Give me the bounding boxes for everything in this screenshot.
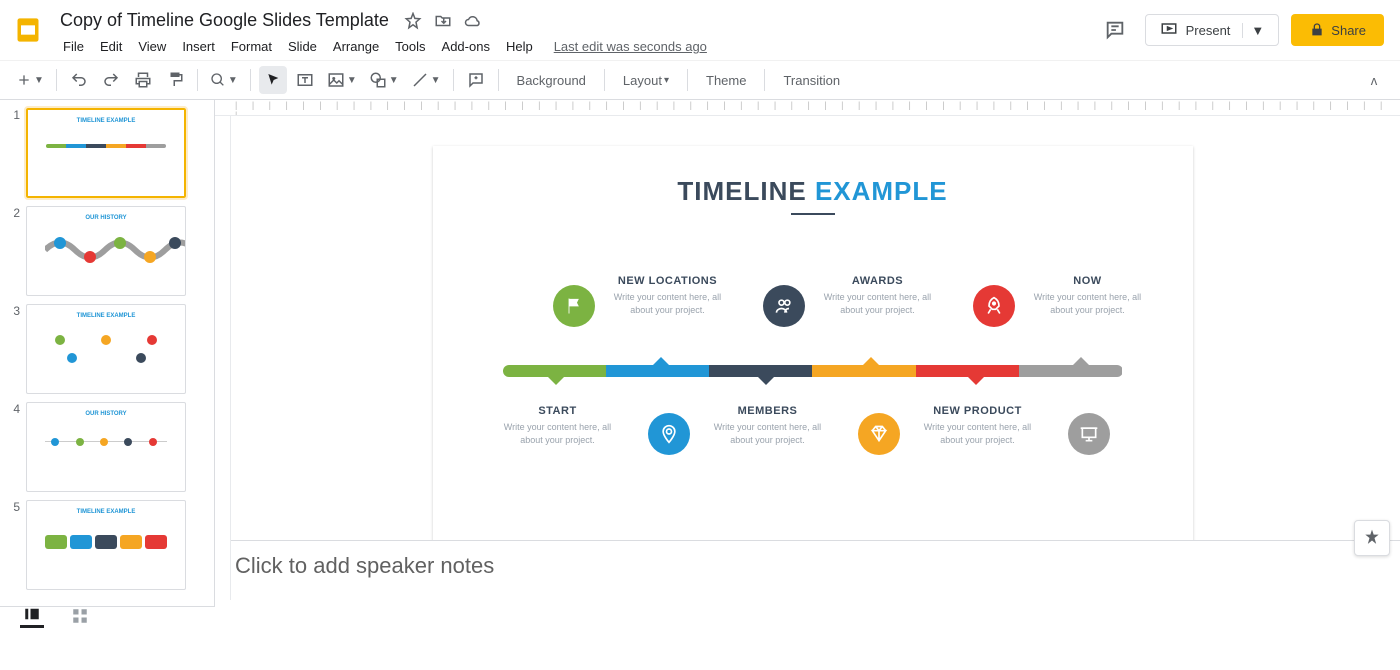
menu-tools[interactable]: Tools xyxy=(388,35,432,58)
horizontal-ruler: | | | | | | | | | | | | | | | | | | | | … xyxy=(215,100,1400,116)
filmstrip[interactable]: 1 TIMELINE EXAMPLE 2 OUR HISTORY 3 TIMEL… xyxy=(0,100,215,606)
timeline-bar xyxy=(503,365,1123,377)
separator xyxy=(250,69,251,91)
textbox-tool[interactable] xyxy=(291,66,319,94)
timeline-diagram[interactable]: NEW LOCATIONSWrite your content here, al… xyxy=(473,265,1153,485)
menu-view[interactable]: View xyxy=(131,35,173,58)
slide-thumb-4[interactable]: 4 OUR HISTORY xyxy=(6,402,208,492)
new-slide-button[interactable]: ▼ xyxy=(12,66,48,94)
share-button[interactable]: Share xyxy=(1291,14,1384,46)
slide-stage[interactable]: TIMELINE EXAMPLE NEW LOCATIONSWrite your… xyxy=(215,116,1400,540)
present-label: Present xyxy=(1186,23,1231,38)
comment-tool[interactable] xyxy=(462,66,490,94)
timeline-item: STARTWrite your content here, all about … xyxy=(498,405,618,446)
shape-tool[interactable]: ▼ xyxy=(365,66,403,94)
slides-logo[interactable] xyxy=(8,10,48,50)
explore-button[interactable] xyxy=(1354,520,1390,556)
menu-slide[interactable]: Slide xyxy=(281,35,324,58)
separator xyxy=(764,69,765,91)
thumb-number: 2 xyxy=(6,206,20,296)
comments-icon[interactable] xyxy=(1097,12,1133,48)
cloud-icon[interactable] xyxy=(463,11,483,31)
move-icon[interactable] xyxy=(433,11,453,31)
toolbar: ▼ ▼ ▼ ▼ ▼ Background Layout▾ Theme Trans… xyxy=(0,60,1400,100)
timeline-item: AWARDSWrite your content here, all about… xyxy=(818,275,938,316)
separator xyxy=(453,69,454,91)
filmstrip-column: 1 TIMELINE EXAMPLE 2 OUR HISTORY 3 TIMEL… xyxy=(0,100,215,600)
paint-format-button[interactable] xyxy=(161,66,189,94)
main-workspace: 1 TIMELINE EXAMPLE 2 OUR HISTORY 3 TIMEL… xyxy=(0,100,1400,600)
people-icon xyxy=(763,285,805,327)
theme-button[interactable]: Theme xyxy=(696,66,756,94)
pin-icon xyxy=(648,413,690,455)
title-underline xyxy=(791,213,835,215)
thumb-number: 5 xyxy=(6,500,20,590)
document-title[interactable]: Copy of Timeline Google Slides Template xyxy=(56,8,393,33)
app-header: Copy of Timeline Google Slides Template … xyxy=(0,0,1400,60)
rocket-icon xyxy=(973,285,1015,327)
separator xyxy=(498,69,499,91)
slide-title[interactable]: TIMELINE EXAMPLE xyxy=(473,176,1153,207)
transition-button[interactable]: Transition xyxy=(773,66,850,94)
redo-button[interactable] xyxy=(97,66,125,94)
slide-canvas[interactable]: TIMELINE EXAMPLE NEW LOCATIONSWrite your… xyxy=(433,146,1193,540)
print-button[interactable] xyxy=(129,66,157,94)
slide-thumb-2[interactable]: 2 OUR HISTORY xyxy=(6,206,208,296)
menu-edit[interactable]: Edit xyxy=(93,35,129,58)
thumb-number: 3 xyxy=(6,304,20,394)
menu-addons[interactable]: Add-ons xyxy=(435,35,497,58)
thumb-number: 1 xyxy=(6,108,20,198)
present-dropdown-icon[interactable]: ▼ xyxy=(1242,23,1264,38)
select-tool[interactable] xyxy=(259,66,287,94)
menu-format[interactable]: Format xyxy=(224,35,279,58)
separator xyxy=(687,69,688,91)
grid-view-icon[interactable] xyxy=(68,604,92,628)
flag-icon xyxy=(553,285,595,327)
zoom-button[interactable]: ▼ xyxy=(206,66,242,94)
present-button[interactable]: Present ▼ xyxy=(1145,14,1280,46)
speaker-notes[interactable]: Click to add speaker notes xyxy=(215,540,1400,600)
menu-help[interactable]: Help xyxy=(499,35,540,58)
background-button[interactable]: Background xyxy=(507,66,596,94)
slide-thumb-3[interactable]: 3 TIMELINE EXAMPLE xyxy=(6,304,208,394)
presentation-icon xyxy=(1068,413,1110,455)
menu-file[interactable]: File xyxy=(56,35,91,58)
timeline-item: NOWWrite your content here, all about yo… xyxy=(1028,275,1148,316)
slide-thumb-1[interactable]: 1 TIMELINE EXAMPLE xyxy=(6,108,208,198)
canvas-area: | | | | | | | | | | | | | | | | | | | | … xyxy=(215,100,1400,600)
layout-button[interactable]: Layout▾ xyxy=(613,66,679,94)
filmstrip-view-icon[interactable] xyxy=(20,604,44,628)
share-label: Share xyxy=(1331,23,1366,38)
timeline-item: MEMBERSWrite your content here, all abou… xyxy=(708,405,828,446)
separator xyxy=(56,69,57,91)
line-tool[interactable]: ▼ xyxy=(407,66,445,94)
thumb-number: 4 xyxy=(6,402,20,492)
separator xyxy=(604,69,605,91)
timeline-item: NEW PRODUCTWrite your content here, all … xyxy=(918,405,1038,446)
slide-thumb-5[interactable]: 5 TIMELINE EXAMPLE xyxy=(6,500,208,590)
last-edit-link[interactable]: Last edit was seconds ago xyxy=(554,39,707,54)
image-tool[interactable]: ▼ xyxy=(323,66,361,94)
menu-bar: File Edit View Insert Format Slide Arran… xyxy=(56,35,1097,58)
vertical-ruler xyxy=(215,116,231,600)
menu-insert[interactable]: Insert xyxy=(175,35,222,58)
diamond-icon xyxy=(858,413,900,455)
undo-button[interactable] xyxy=(65,66,93,94)
star-icon[interactable] xyxy=(403,11,423,31)
timeline-item: NEW LOCATIONSWrite your content here, al… xyxy=(608,275,728,316)
separator xyxy=(197,69,198,91)
menu-arrange[interactable]: Arrange xyxy=(326,35,386,58)
collapse-toolbar-icon[interactable]: ʌ xyxy=(1360,66,1388,94)
